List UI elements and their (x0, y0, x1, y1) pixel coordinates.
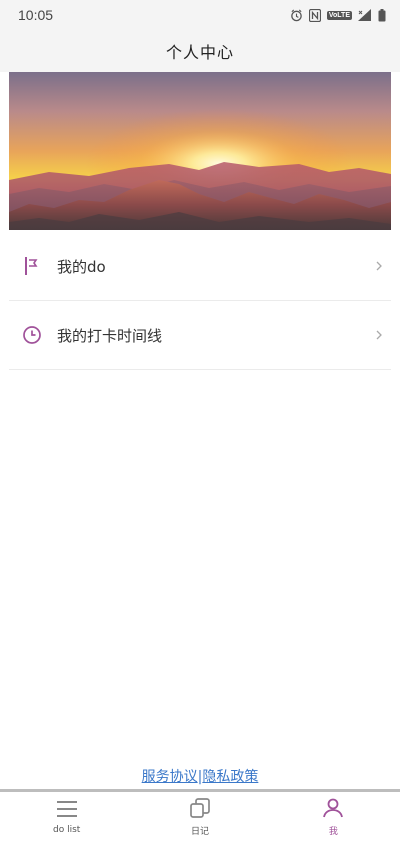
signal-icon (358, 9, 372, 21)
battery-icon (378, 8, 386, 22)
menu-item-label: 我的打卡时间线 (57, 326, 163, 345)
nfc-icon (308, 8, 321, 22)
profile-menu: 我的do 我的打卡时间线 (9, 232, 391, 370)
policy-links: 服务协议|隐私政策 (0, 766, 400, 786)
status-time: 10:05 (18, 7, 54, 23)
tab-label: do list (53, 825, 81, 835)
menu-item-my-do[interactable]: 我的do (9, 232, 391, 301)
status-bar: 10:05 VoLTE (0, 0, 400, 30)
mountain-sunset-image (9, 72, 391, 230)
alarm-icon (290, 9, 303, 22)
page-title: 个人中心 (165, 43, 234, 62)
banner-image (9, 72, 391, 230)
status-icons: VoLTE (290, 8, 386, 22)
service-agreement-link[interactable]: 服务协议 (142, 769, 198, 785)
list-icon (56, 799, 78, 823)
flag-icon (21, 255, 43, 277)
menu-item-checkin-timeline[interactable]: 我的打卡时间线 (9, 301, 391, 370)
chevron-right-icon (375, 260, 383, 272)
volte-icon: VoLTE (326, 10, 352, 20)
tab-diary[interactable]: 日记 (133, 792, 266, 842)
profile-screen: 10:05 VoLTE 个人中心 我的do 我的打卡时间线 服务协议|隐私政策 … (0, 0, 400, 842)
tab-label: 日记 (190, 826, 209, 837)
tab-me[interactable]: 我 (267, 792, 400, 842)
diary-icon (189, 797, 211, 822)
tab-label: 我 (328, 826, 338, 837)
app-header: 个人中心 (0, 30, 400, 72)
privacy-policy-link[interactable]: 隐私政策 (202, 769, 258, 785)
bottom-tab-bar: do list 日记 我 (0, 789, 400, 842)
menu-item-label: 我的do (57, 257, 106, 276)
chevron-right-icon (375, 329, 383, 341)
tab-do-list[interactable]: do list (0, 792, 133, 842)
person-icon (322, 798, 344, 822)
clock-icon (21, 324, 43, 346)
